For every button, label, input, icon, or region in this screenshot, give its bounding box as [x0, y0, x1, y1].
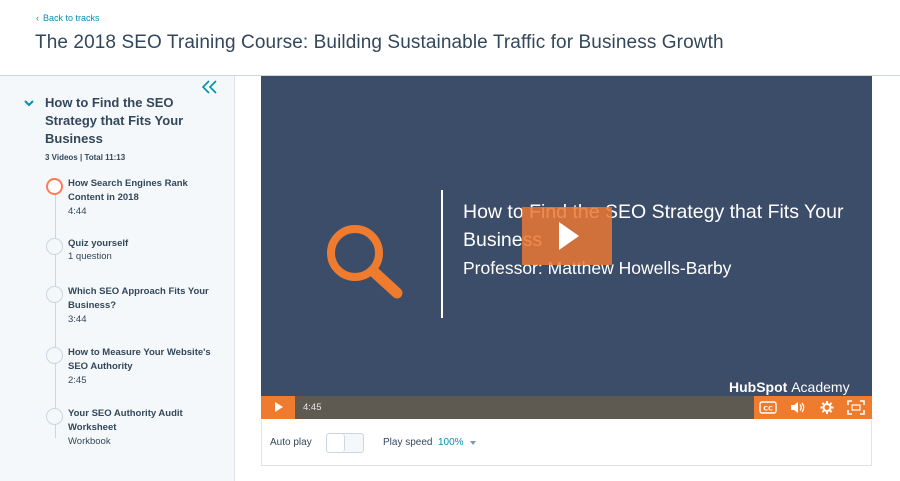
lesson-status-icon [46, 347, 63, 364]
section-meta: 3 Videos | Total 11:13 [45, 153, 126, 162]
hubspot-academy-watermark: HubSpot Academy [729, 379, 850, 395]
lesson-duration: 2:45 [68, 375, 87, 386]
play-speed-label: Play speed [383, 437, 433, 448]
caret-down-icon[interactable] [470, 441, 476, 445]
volume-icon [791, 402, 805, 413]
lesson-title: Your SEO Authority Audit Worksheet [68, 408, 183, 433]
lesson-status-icon [46, 408, 63, 425]
volume-button[interactable] [784, 396, 812, 419]
magnifier-icon [327, 225, 403, 299]
settings-gear-icon [820, 401, 834, 414]
chevron-left-icon: ‹ [36, 13, 39, 23]
lesson-status-icon [46, 238, 63, 255]
watermark-brand: HubSpot [729, 379, 788, 395]
fullscreen-icon [847, 400, 865, 415]
lesson-status-icon [46, 286, 63, 303]
lesson-title: How to Measure Your Website's SEO Author… [68, 347, 211, 372]
player-settings-bar: Auto play Play speed 100% [261, 420, 872, 466]
closed-captions-icon: CC [759, 401, 777, 414]
course-title: The 2018 SEO Training Course: Building S… [35, 32, 724, 53]
fullscreen-button[interactable] [842, 396, 870, 419]
lesson-duration: 3:44 [68, 314, 87, 325]
video-player[interactable]: How to Find the SEO Strategy that Fits Y… [261, 76, 872, 419]
slide-divider [441, 190, 443, 318]
autoplay-toggle[interactable] [326, 433, 364, 453]
page-header: ‹ Back to tracks The 2018 SEO Training Co… [0, 0, 900, 76]
play-icon [275, 402, 283, 412]
svg-text:CC: CC [763, 405, 773, 413]
lesson-duration: 1 question [68, 251, 112, 262]
big-play-button[interactable] [522, 207, 612, 265]
back-to-tracks-link[interactable]: ‹ Back to tracks [36, 13, 100, 23]
watermark-suffix: Academy [791, 379, 850, 395]
closed-captions-button[interactable]: CC [754, 396, 782, 419]
lesson-title: How Search Engines Rank Content in 2018 [68, 178, 188, 203]
lesson-timeline [55, 188, 56, 438]
toggle-knob [327, 434, 345, 452]
player-right-controls: CC [754, 396, 872, 419]
autoplay-label: Auto play [270, 437, 312, 448]
play-icon [559, 222, 579, 250]
lesson-title: Which SEO Approach Fits Your Business? [68, 286, 209, 311]
course-sidebar: How to Find the SEO Strategy that Fits Y… [0, 76, 235, 481]
lesson-status-active-icon [46, 178, 63, 195]
lesson-duration: 4:44 [68, 206, 87, 217]
chevron-down-icon[interactable] [23, 98, 35, 108]
settings-button[interactable] [813, 396, 841, 419]
lesson-title: Quiz yourself [68, 238, 129, 249]
playback-time: 4:45 [303, 402, 322, 413]
section-title[interactable]: How to Find the SEO Strategy that Fits Y… [45, 94, 215, 148]
play-speed-dropdown[interactable]: 100% [438, 437, 464, 448]
back-link-label: Back to tracks [43, 13, 100, 23]
lesson-duration: Workbook [68, 436, 111, 447]
play-button[interactable] [261, 396, 295, 419]
player-control-bar: 4:45 CC [261, 396, 872, 419]
